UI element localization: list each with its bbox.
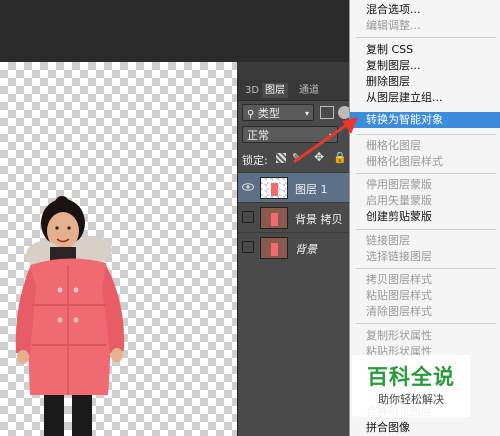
menu-separator xyxy=(356,173,496,174)
menu-item-group-from-layers[interactable]: 从图层建立组... xyxy=(350,90,500,106)
layer-row-background-copy[interactable]: 背景 拷贝 xyxy=(238,202,351,232)
menu-item-link-layers: 链接图层 xyxy=(366,234,410,247)
girl-photo-image xyxy=(15,196,125,436)
menu-item-rasterize-layer-style: 栅格化图层样式 xyxy=(366,155,443,168)
layer-thumbnail xyxy=(260,177,288,199)
menu-item-convert-to-smart-object[interactable]: 转换为智能对象 xyxy=(350,112,500,128)
layer-name: 背景 拷贝 xyxy=(295,213,343,226)
layer-row-layer-1[interactable]: 图层 1 xyxy=(238,172,351,202)
menu-separator xyxy=(356,323,496,324)
lock-label: 锁定: xyxy=(242,154,268,167)
search-icon: ⚲ xyxy=(247,109,255,120)
watermark-title: 百科全说 xyxy=(367,365,455,389)
menu-separator xyxy=(356,37,496,38)
menu-item-select-linked-layers: 选择链接图层 xyxy=(366,250,432,263)
menu-item-paste-layer-style: 粘贴图层样式 xyxy=(366,289,432,302)
tab-layers[interactable]: 图层 xyxy=(262,83,288,98)
visibility-toggle-icon[interactable] xyxy=(242,241,254,253)
blend-mode-value: 正常 xyxy=(247,129,269,142)
tab-3d[interactable]: 3D xyxy=(242,83,262,98)
red-arrow-annotation xyxy=(293,117,358,164)
menu-item-duplicate-layer[interactable]: 复制图层... xyxy=(350,58,500,74)
watermark-subtitle: 助你轻松解决 xyxy=(378,393,444,406)
layer-name: 图层 1 xyxy=(295,183,328,196)
menu-separator xyxy=(356,134,496,135)
layer-name: 背景 xyxy=(295,243,317,256)
menu-item-create-clipping-mask[interactable]: 创建剪贴蒙版 xyxy=(350,209,500,225)
layer-thumbnail xyxy=(260,207,288,229)
filter-kind-label: 类型 xyxy=(257,107,280,120)
menu-item-copy-css[interactable]: 复制 CSS xyxy=(350,42,500,58)
menu-item-delete-layer[interactable]: 删除图层 xyxy=(350,74,500,90)
menu-separator xyxy=(356,268,496,269)
workspace-background xyxy=(0,0,350,62)
menu-item-rasterize-layer: 栅格化图层 xyxy=(366,139,421,152)
watermark-logo: 百科全说 助你轻松解决 xyxy=(352,355,470,417)
lock-transparency-icon[interactable] xyxy=(276,153,286,163)
menu-item-blending-options[interactable]: 混合选项... xyxy=(350,2,500,18)
menu-item-disable-layer-mask: 停用图层蒙版 xyxy=(366,178,432,191)
menu-item-edit-adjustment: 编辑调整... xyxy=(366,19,421,32)
visibility-eye-icon[interactable] xyxy=(242,181,254,193)
menu-item-copy-layer-style: 拷贝图层样式 xyxy=(366,273,432,286)
menu-item-enable-vector-mask: 启用矢量蒙版 xyxy=(366,194,432,207)
panel-tab-bar: 3D 图层 通道 xyxy=(238,80,351,101)
layer-thumbnail xyxy=(260,237,288,259)
visibility-toggle-icon[interactable] xyxy=(242,211,254,223)
layer-row-background[interactable]: 背景 xyxy=(238,232,351,262)
menu-item-clear-layer-style: 清除图层样式 xyxy=(366,305,432,318)
menu-separator xyxy=(356,229,496,230)
menu-item-copy-shape-attributes: 复制形状属性 xyxy=(366,329,432,342)
tab-channels[interactable]: 通道 xyxy=(296,83,322,98)
menu-item-flatten-image[interactable]: 拼合图像 xyxy=(350,420,500,436)
